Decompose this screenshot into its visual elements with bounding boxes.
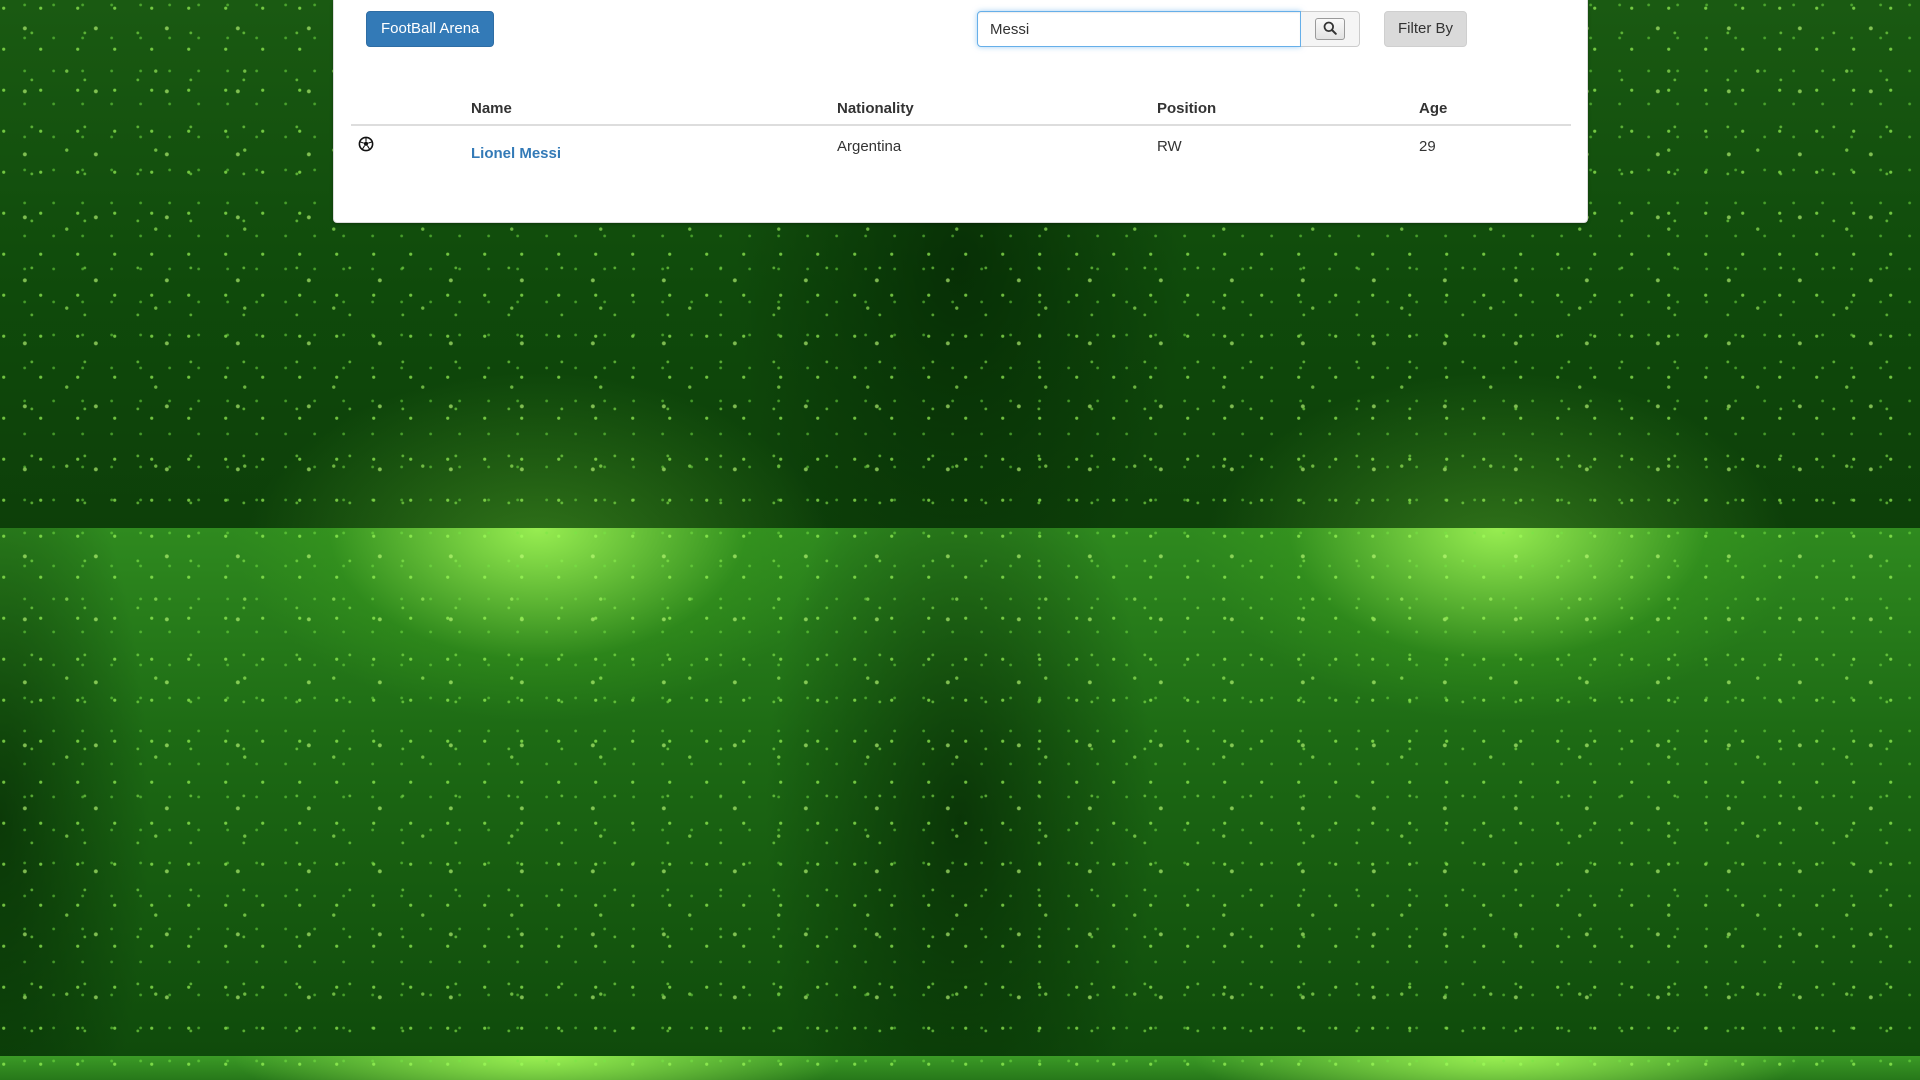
table-row[interactable]: Lionel Messi Argentina RW 29 <box>351 125 1571 162</box>
search-button-addon <box>1301 11 1360 47</box>
row-icon-cell <box>351 125 471 162</box>
background-middle <box>0 528 1920 1056</box>
column-header-icon <box>351 92 471 126</box>
brand-button[interactable]: FootBall Arena <box>366 11 495 47</box>
player-name-cell: Lionel Messi <box>471 125 837 162</box>
player-nationality: Argentina <box>837 138 902 155</box>
column-header-age[interactable]: Age <box>1419 92 1571 126</box>
search-group <box>977 11 1360 47</box>
main-panel: FootBall Arena Filter By Name Nationalit… <box>333 0 1588 223</box>
filter-by-button[interactable]: Filter By <box>1384 11 1468 47</box>
search-icon <box>1323 21 1337 38</box>
players-table: Name Nationality Position Age Lionel Mes… <box>351 92 1571 162</box>
player-name-link[interactable]: Lionel Messi <box>471 145 561 162</box>
player-position: RW <box>1157 138 1182 155</box>
search-input[interactable] <box>977 11 1301 47</box>
background-bottom <box>0 1056 1920 1080</box>
column-header-name[interactable]: Name <box>471 92 837 126</box>
column-header-nationality[interactable]: Nationality <box>837 92 1157 126</box>
column-header-position[interactable]: Position <box>1157 92 1419 126</box>
soccer-ball-icon <box>358 136 374 156</box>
player-age: 29 <box>1419 138 1436 155</box>
search-button[interactable] <box>1315 18 1345 40</box>
table-header-row: Name Nationality Position Age <box>351 92 1571 126</box>
